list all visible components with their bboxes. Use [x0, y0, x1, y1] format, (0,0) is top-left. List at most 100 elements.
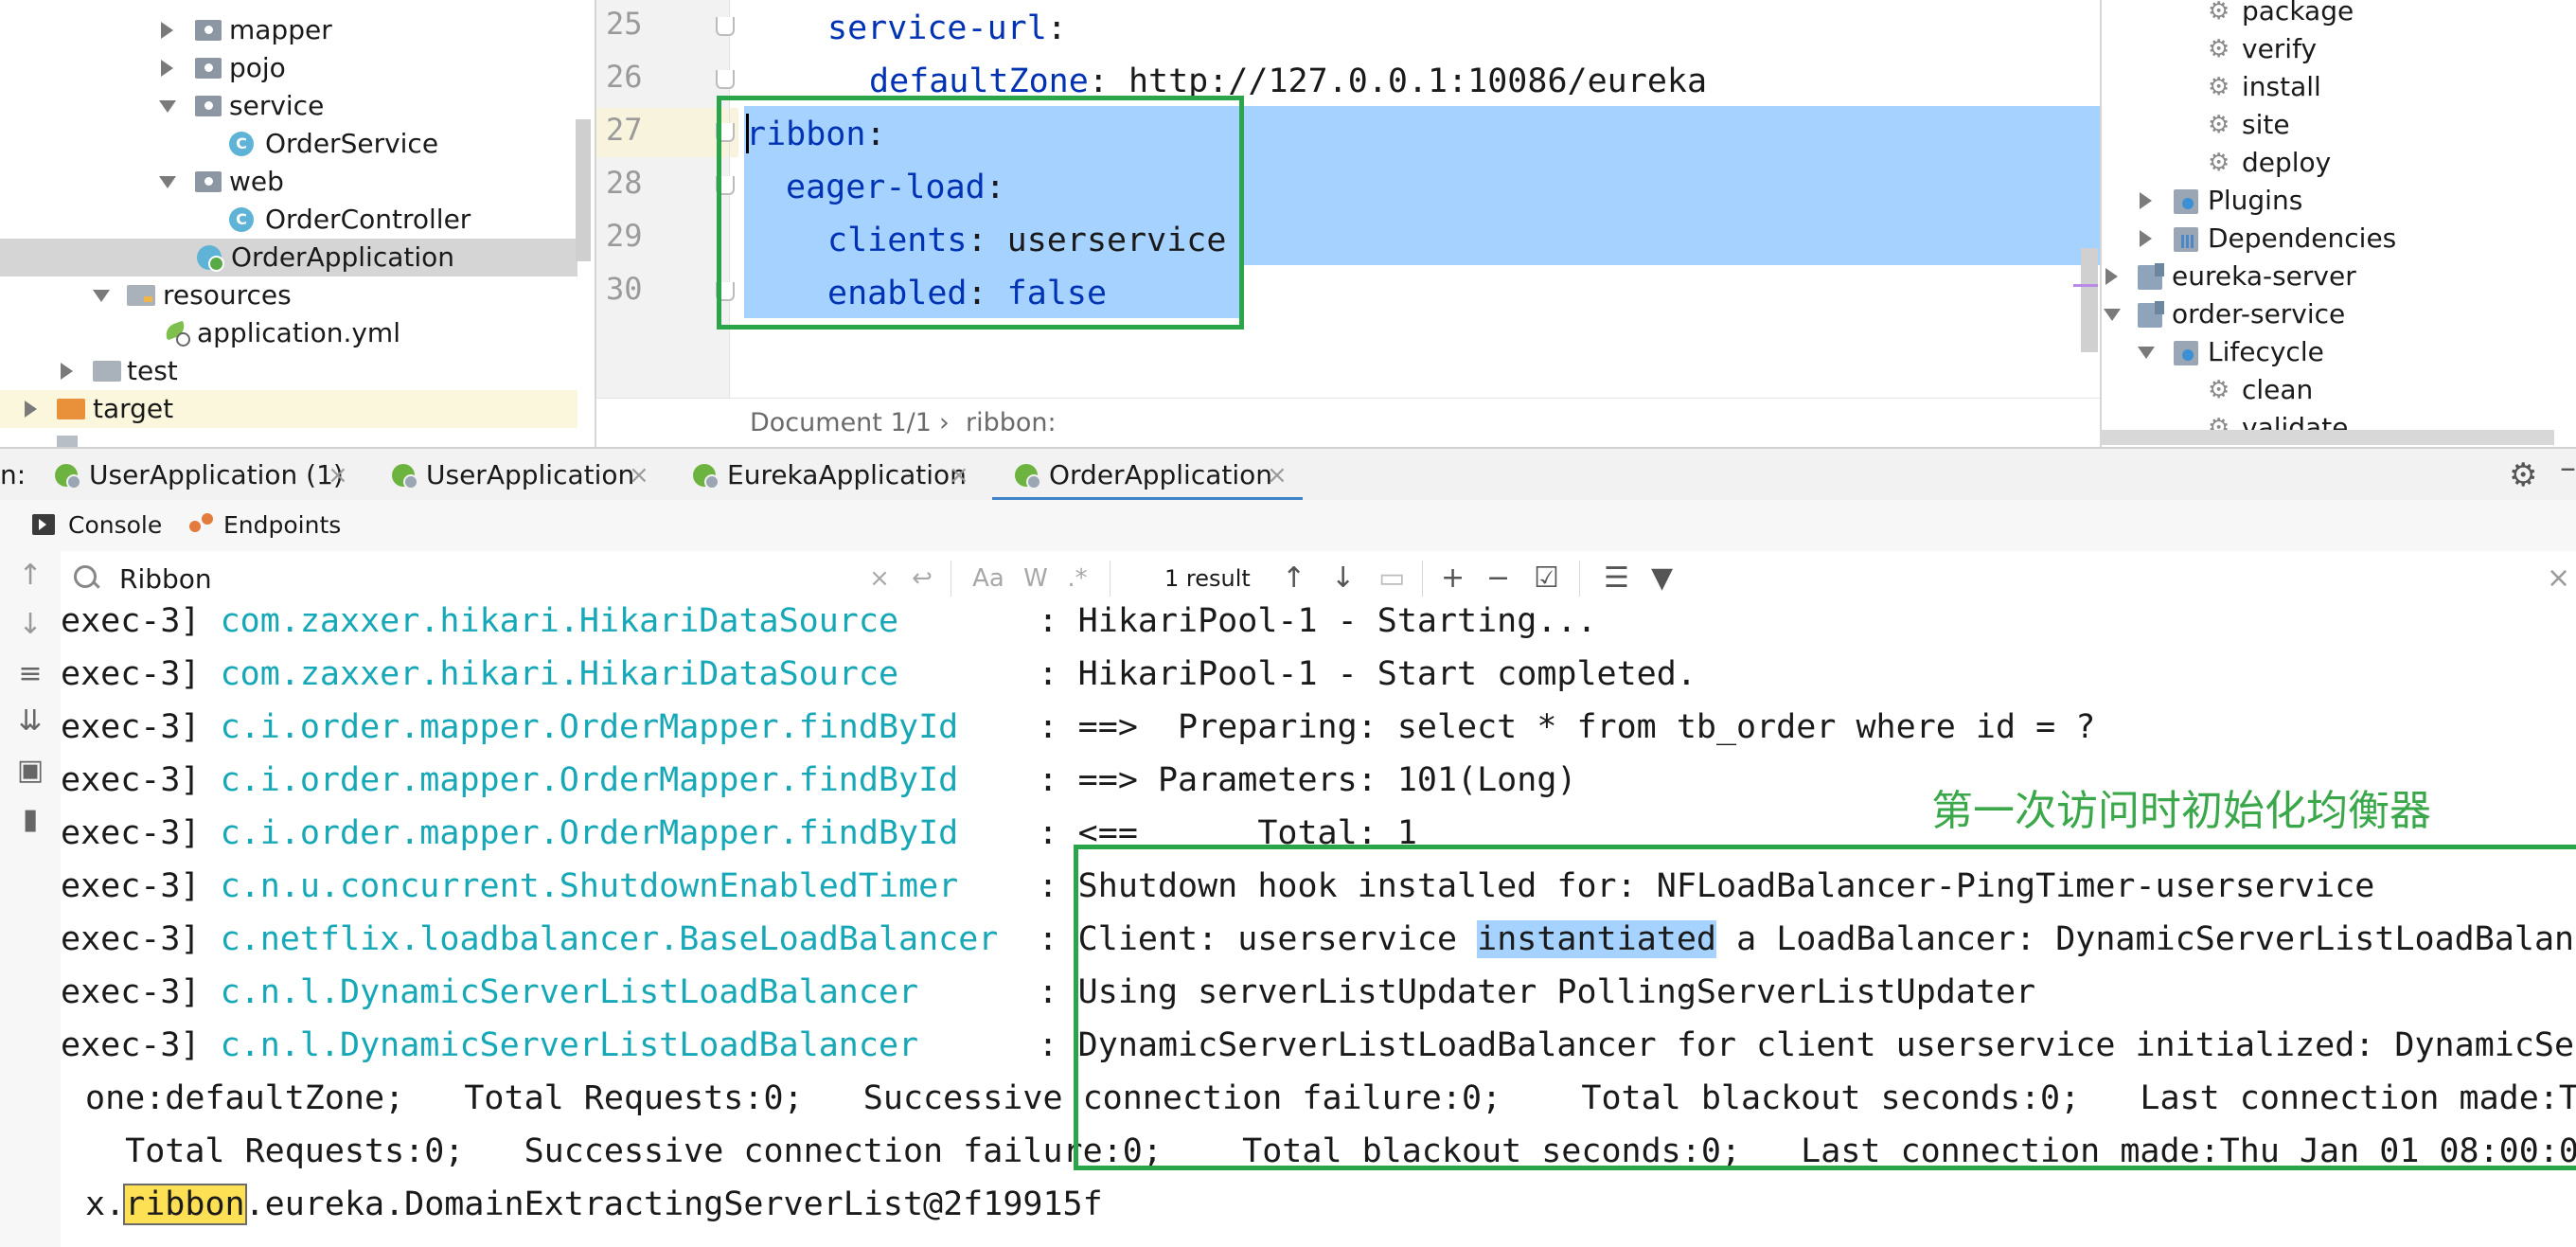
- class-icon: C: [229, 132, 254, 156]
- tree-item-pojo[interactable]: pojo: [0, 49, 577, 87]
- arrow-down-icon[interactable]: ↓: [15, 610, 45, 640]
- tree-scrollbar[interactable]: [576, 119, 591, 261]
- select-all-icon[interactable]: ▭: [1378, 551, 1405, 606]
- spring-run-icon: [55, 464, 81, 490]
- gear-icon[interactable]: ⚙: [2509, 456, 2537, 494]
- breadcrumb-path[interactable]: ribbon:: [966, 399, 1057, 447]
- match-case-button[interactable]: Aa: [966, 551, 1011, 606]
- plugins-icon: [2174, 189, 2198, 214]
- chevron-right-icon[interactable]: [25, 401, 37, 418]
- tree-item-mapper[interactable]: mapper: [0, 11, 577, 49]
- filter-lines-icon[interactable]: ☰: [1604, 551, 1629, 606]
- log-line: x.ribbon.eureka.DomainExtractingServerLi…: [85, 1184, 1103, 1225]
- chevron-down-icon[interactable]: [2104, 309, 2121, 321]
- trash-icon[interactable]: ▮: [15, 805, 45, 835]
- previous-occurrence-icon[interactable]: ↑: [1282, 551, 1306, 606]
- folder-icon: [57, 399, 85, 419]
- close-search-icon[interactable]: ×: [2547, 551, 2570, 606]
- gear-icon: ⚙: [2208, 73, 2230, 101]
- resources-folder-icon: [127, 285, 155, 306]
- tree-item-web[interactable]: web: [0, 163, 577, 201]
- annotation-box-console: [1074, 845, 2576, 1170]
- fold-marker-icon[interactable]: [716, 70, 735, 89]
- chevron-right-icon[interactable]: [2140, 192, 2152, 209]
- chevron-right-icon[interactable]: [2140, 230, 2152, 247]
- close-icon[interactable]: ×: [949, 449, 969, 502]
- chevron-down-icon[interactable]: [159, 100, 176, 113]
- gear-icon: ⚙: [2208, 35, 2230, 63]
- tree-item-orderservice[interactable]: C OrderService: [0, 125, 577, 163]
- editor-scrollbar[interactable]: [2081, 248, 2098, 352]
- arrow-up-icon[interactable]: ↑: [15, 561, 45, 591]
- maven-scrollbar[interactable]: [2100, 430, 2554, 445]
- clear-search-icon[interactable]: ×: [865, 551, 894, 606]
- log-line: exec-3] c.i.order.mapper.OrderMapper.fin…: [61, 761, 1577, 799]
- line-number: 26: [606, 59, 643, 95]
- maven-module-icon: [2138, 263, 2164, 290]
- tree-item-ordercontroller[interactable]: C OrderController: [0, 201, 577, 239]
- close-icon[interactable]: ×: [328, 449, 348, 502]
- tree-item-partial: [0, 428, 577, 447]
- tab-userapplication[interactable]: UserApplication ×: [388, 449, 653, 502]
- tab-console[interactable]: Console: [32, 500, 162, 551]
- package-icon: [195, 20, 222, 41]
- package-icon: [195, 171, 222, 192]
- endpoints-icon: [187, 511, 216, 540]
- chevron-down-icon[interactable]: [2138, 347, 2155, 359]
- tab-orderapplication[interactable]: OrderApplication ×: [992, 449, 1303, 502]
- find-bar: × ↩ Aa W .* 1 result ↑ ↓ ▭ + − ☑ ☰ ▼ ×: [61, 551, 2576, 607]
- tab-endpoints[interactable]: Endpoints: [187, 500, 358, 551]
- chevron-down-icon[interactable]: [159, 176, 176, 188]
- tab-eurekaapplication[interactable]: EurekaApplication ×: [689, 449, 973, 502]
- spring-run-icon: [693, 464, 720, 490]
- line-number: 27: [606, 112, 643, 148]
- new-line-icon[interactable]: ↩: [905, 551, 939, 606]
- tree-item-application-yml[interactable]: application.yml: [0, 314, 577, 352]
- spring-run-icon: [392, 464, 418, 490]
- editor-change-marker: [2073, 284, 2098, 287]
- file-icon: [57, 436, 78, 447]
- soft-wrap-icon[interactable]: ≡: [15, 659, 45, 689]
- line-number: 25: [606, 6, 643, 42]
- package-icon: [195, 58, 222, 79]
- tree-item-service[interactable]: service: [0, 87, 577, 125]
- scroll-to-end-icon[interactable]: ⇊: [15, 706, 45, 737]
- tree-item-orderapplication[interactable]: OrderApplication: [0, 239, 577, 276]
- chevron-right-icon[interactable]: [2105, 268, 2118, 285]
- breadcrumb-document[interactable]: Document 1/1: [750, 399, 932, 447]
- dependencies-icon: [2174, 227, 2198, 252]
- tab-userapplication-1[interactable]: UserApplication (1) ×: [51, 449, 354, 502]
- gear-icon: ⚙: [2208, 376, 2230, 404]
- search-input[interactable]: [117, 557, 926, 600]
- spring-app-icon: [197, 245, 224, 272]
- log-line: exec-3] com.zaxxer.hikari.HikariDataSour…: [61, 655, 1697, 693]
- close-icon[interactable]: ×: [629, 449, 649, 502]
- lifecycle-icon: [2174, 341, 2198, 365]
- chevron-right-icon[interactable]: [61, 363, 73, 380]
- minimize-icon[interactable]: –: [2560, 449, 2576, 487]
- regex-button[interactable]: .*: [1058, 551, 1096, 606]
- gear-icon: ⚙: [2208, 111, 2230, 139]
- select-all-occurrences-icon[interactable]: ☑: [1534, 551, 1559, 606]
- close-icon[interactable]: ×: [1267, 449, 1288, 502]
- breadcrumb: Document 1/1 › ribbon:: [596, 398, 2100, 447]
- tree-item-target[interactable]: target: [0, 390, 577, 428]
- chevron-right-icon[interactable]: [161, 60, 173, 77]
- line-number: 30: [606, 271, 643, 307]
- tree-item-resources[interactable]: resources: [0, 276, 577, 314]
- folder-icon: [93, 361, 121, 382]
- search-icon[interactable]: [74, 565, 97, 588]
- next-occurrence-icon[interactable]: ↓: [1331, 551, 1355, 606]
- run-tabs-bar: n: UserApplication (1) × UserApplication…: [0, 447, 2576, 503]
- filter-icon[interactable]: ▼: [1651, 551, 1673, 606]
- fold-marker-icon[interactable]: [716, 17, 735, 36]
- chevron-right-icon[interactable]: [161, 22, 173, 39]
- print-icon[interactable]: ▣: [15, 756, 45, 786]
- words-button[interactable]: W: [1019, 551, 1053, 606]
- chevron-down-icon[interactable]: [93, 290, 110, 302]
- tree-item-test[interactable]: test: [0, 352, 577, 390]
- project-tree: mapper pojo service C OrderService web C…: [0, 0, 596, 447]
- add-occurrence-icon[interactable]: +: [1441, 551, 1465, 606]
- remove-occurrence-icon[interactable]: −: [1486, 551, 1510, 606]
- log-line: exec-3] com.zaxxer.hikari.HikariDataSour…: [61, 606, 1597, 640]
